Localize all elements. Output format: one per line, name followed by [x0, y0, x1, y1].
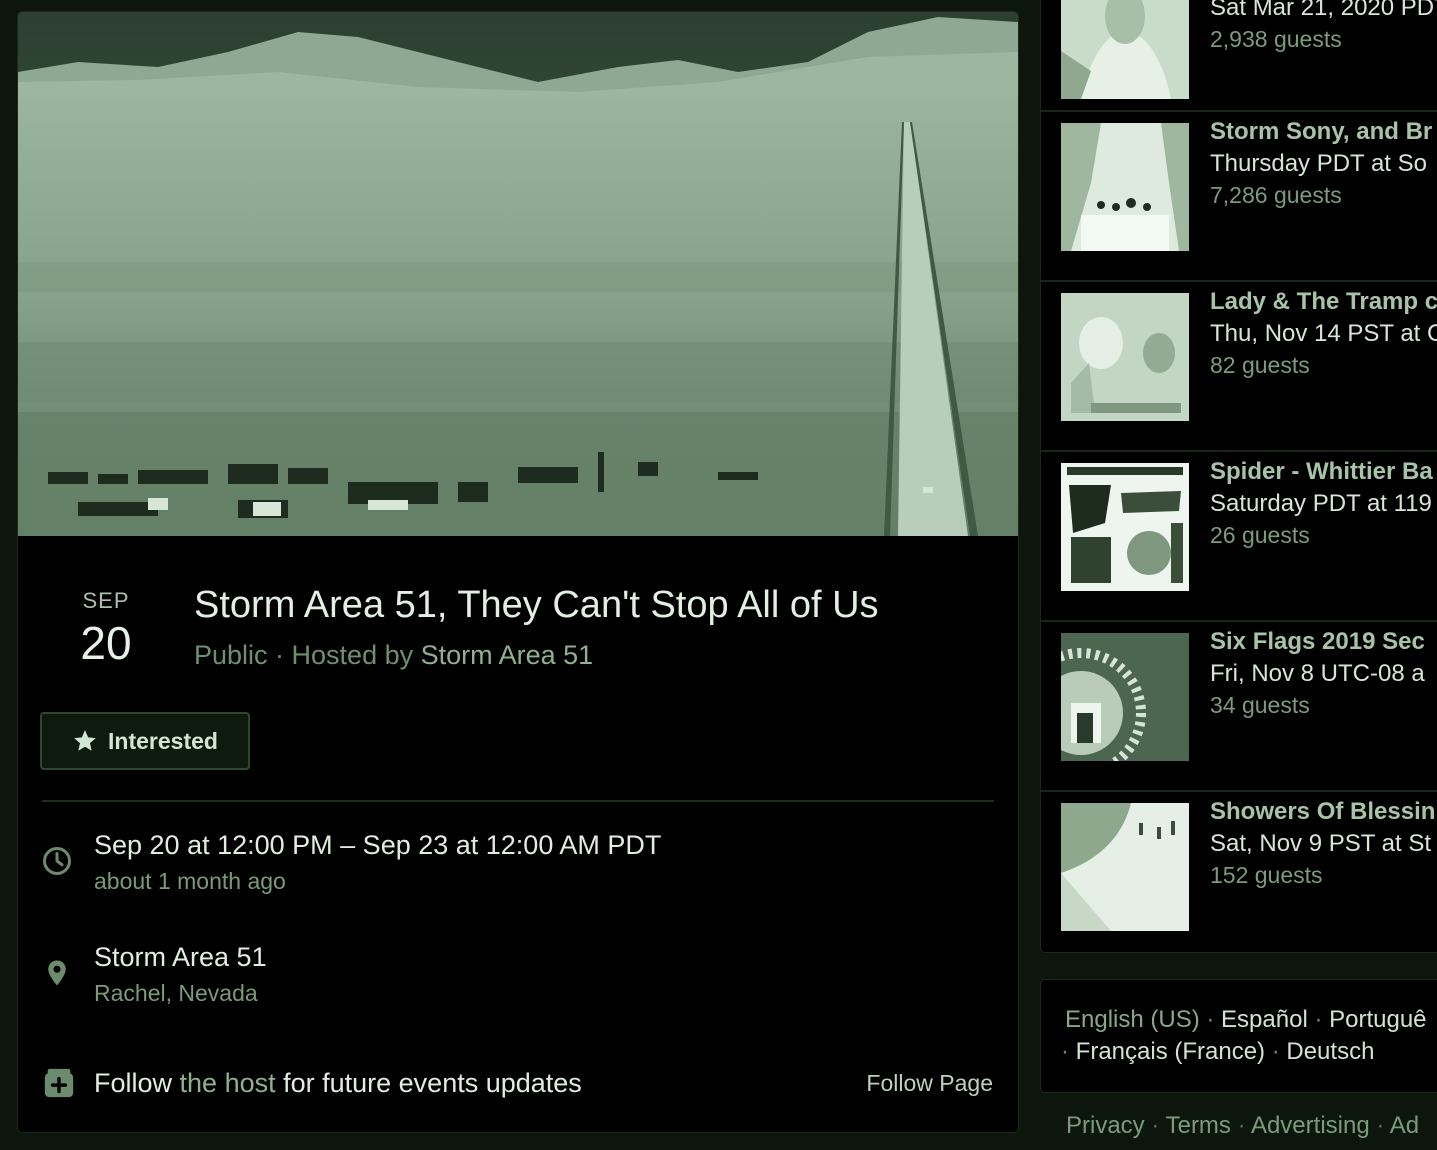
event-location-name[interactable]: Storm Area 51 [94, 942, 267, 973]
suggested-events: Sat Mar 21, 2020 PDT 2,938 guests Storm … [1041, 0, 1437, 952]
suggested-event-title: Lady & The Tramp c [1210, 288, 1437, 315]
suggested-event-item[interactable]: Showers Of Blessin Sat, Nov 9 PST at St … [1041, 790, 1437, 952]
footer-links: Privacy · Terms · Advertising · Ad [1066, 1112, 1420, 1139]
event-cover-photo [18, 12, 1018, 536]
suggested-event-date: Sat, Nov 9 PST at St [1210, 830, 1431, 857]
suggested-event-date: Thu, Nov 14 PST at C [1210, 320, 1437, 347]
event-thumbnail [1061, 0, 1189, 99]
event-date-month: SEP [82, 588, 130, 613]
suggested-event-guests: 82 guests [1210, 352, 1310, 378]
event-thumbnail [1061, 803, 1189, 931]
language-option[interactable]: Portuguê [1329, 1006, 1426, 1033]
current-language: English (US) [1065, 1006, 1200, 1033]
event-datetime: Sep 20 at 12:00 PM – Sep 23 at 12:00 AM … [94, 830, 662, 860]
suggested-event-item[interactable]: Six Flags 2019 Sec Fri, Nov 8 UTC-08 a 3… [1041, 620, 1437, 792]
event-thumbnail [1061, 463, 1189, 591]
suggested-event-guests: 2,938 guests [1210, 26, 1342, 52]
suggested-event-date: Saturday PDT at 119 [1210, 490, 1432, 517]
footer-link-privacy[interactable]: Privacy [1066, 1112, 1145, 1139]
suggested-event-guests: 34 guests [1210, 692, 1310, 718]
interested-button[interactable]: Interested [40, 712, 250, 770]
language-option[interactable]: Français (France) [1076, 1038, 1265, 1065]
event-date-day: 20 [80, 617, 132, 669]
suggested-event-title: Storm Sony, and Br [1210, 118, 1433, 145]
event-card: SEP 20 Storm Area 51, They Can't Stop Al… [18, 12, 1018, 1132]
language-selector: English (US) · Español · Portuguê · Fran… [1041, 980, 1437, 1092]
hosted-by-label: · Hosted by [267, 640, 421, 670]
suggested-event-item[interactable]: Lady & The Tramp c Thu, Nov 14 PST at C … [1041, 280, 1437, 452]
suggested-event-guests: 7,286 guests [1210, 182, 1342, 208]
event-subtitle: Public · Hosted by Storm Area 51 [194, 640, 593, 671]
event-privacy: Public [194, 640, 268, 670]
suggested-event-item[interactable]: Storm Sony, and Br Thursday PDT at So 7,… [1041, 110, 1437, 282]
event-thumbnail [1061, 293, 1189, 421]
follow-page-button[interactable]: Follow Page [866, 1070, 993, 1097]
suggested-event-guests: 152 guests [1210, 862, 1323, 888]
clock-icon [43, 847, 71, 875]
suggested-event-item[interactable]: Sat Mar 21, 2020 PDT 2,938 guests [1041, 0, 1437, 112]
suggested-event-guests: 26 guests [1210, 522, 1310, 548]
event-relative-time: about 1 month ago [94, 868, 286, 894]
suggested-event-date: Sat Mar 21, 2020 PDT [1210, 0, 1437, 21]
language-option[interactable]: Deutsch [1286, 1038, 1374, 1065]
suggested-event-title: Six Flags 2019 Sec [1210, 628, 1425, 655]
event-thumbnail [1061, 633, 1189, 761]
language-line-2: · Français (France) · Deutsch [1061, 1038, 1375, 1065]
interested-label: Interested [108, 727, 218, 754]
follow-host-text: Follow the host for future events update… [94, 1068, 582, 1098]
suggested-event-date: Thursday PDT at So [1210, 150, 1427, 177]
suggested-event-date: Fri, Nov 8 UTC-08 a [1210, 660, 1425, 687]
suggested-event-title: Spider - Whittier Ba [1210, 458, 1433, 485]
event-title: Storm Area 51, They Can't Stop All of Us [194, 584, 879, 626]
event-thumbnail [1061, 123, 1189, 251]
suggested-event-title: Showers Of Blessin [1210, 798, 1436, 825]
footer-link-ad-choices[interactable]: Ad [1390, 1112, 1419, 1139]
map-pin-icon [48, 960, 66, 986]
calendar-add-icon [44, 1068, 74, 1098]
language-option[interactable]: Español [1221, 1006, 1308, 1033]
divider [42, 800, 994, 802]
suggested-event-item[interactable]: Spider - Whittier Ba Saturday PDT at 119… [1041, 450, 1437, 622]
star-icon [74, 730, 96, 751]
footer-link-terms[interactable]: Terms [1166, 1112, 1231, 1139]
event-location-city: Rachel, Nevada [94, 980, 258, 1006]
event-host-link[interactable]: Storm Area 51 [421, 640, 594, 670]
footer-link-advertising[interactable]: Advertising [1251, 1112, 1370, 1139]
follow-host-link[interactable]: the host [180, 1068, 276, 1098]
language-line-1: English (US) · Español · Portuguê [1065, 1006, 1427, 1033]
event-date: SEP 20 [68, 588, 144, 670]
